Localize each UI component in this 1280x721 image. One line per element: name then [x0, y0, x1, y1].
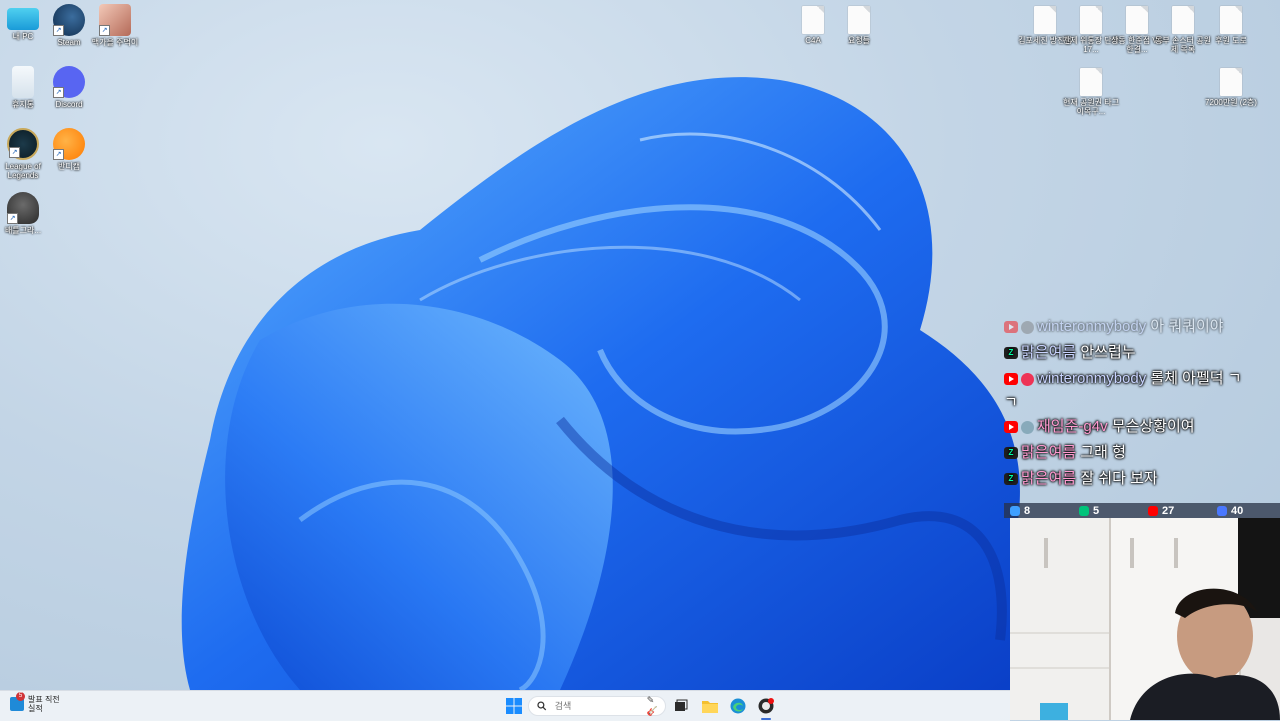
desktop-file[interactable]: 현재 공원권 타그이목구...: [1062, 68, 1120, 116]
chat-message: 재임준-g4v 무슨상황이여: [1004, 414, 1280, 440]
notification-badge: 5: [16, 692, 25, 701]
youtube-icon: [1004, 321, 1018, 334]
document-icon: [848, 6, 870, 34]
pubg-icon: ↗: [7, 192, 39, 224]
document-icon: [802, 6, 824, 34]
taskview-button[interactable]: [671, 696, 691, 716]
chzzk-icon: Z: [1004, 447, 1018, 460]
chat-message: Z 맑은여름 안쓰럽누: [1004, 340, 1280, 366]
chat-message: winteronmybody 아 쿼쿼이야: [1004, 314, 1280, 340]
document-icon: [1172, 6, 1194, 34]
desktop-file[interactable]: 후원 도로: [1202, 6, 1260, 45]
taskbar: 5 발표 직전 실적 ✎🎸: [0, 690, 1010, 721]
obs-icon: [758, 698, 774, 714]
desktop-icon-orange-app[interactable]: ↗ 반디캠: [40, 128, 98, 171]
link-icon: [1010, 505, 1020, 516]
youtube-icon: [1004, 373, 1018, 386]
stat-chzzk: 5: [1073, 505, 1142, 517]
document-icon: [1220, 68, 1242, 96]
taskbar-search[interactable]: ✎🎸: [528, 695, 666, 716]
youtube-icon: [1148, 505, 1158, 516]
edge-button[interactable]: [728, 696, 748, 716]
orange-app-icon: ↗: [53, 128, 85, 160]
stat-viewers: 40: [1211, 505, 1280, 517]
chzzk-icon: Z: [1004, 347, 1018, 360]
recycle-bin-icon: [12, 66, 34, 98]
taskview-icon: [675, 699, 688, 711]
search-highlight-icon: ✎🎸: [646, 695, 658, 716]
stocks-icon: 5: [10, 692, 25, 711]
youtube-icon: [1004, 421, 1018, 434]
document-icon: [1126, 6, 1148, 34]
game-app-icon: ↗: [99, 4, 131, 36]
widget-title: 발표 직전: [28, 695, 60, 704]
chat-message: Z 맑은여름 잘 쉬다 보자: [1004, 466, 1280, 492]
document-icon: [1034, 6, 1056, 34]
windows-icon: [506, 698, 522, 714]
widget-subtitle: 실적: [28, 704, 43, 713]
desktop-file[interactable]: 요청들: [830, 6, 888, 45]
desktop-icon-game-app[interactable]: ↗ 맥가을 주먹이: [86, 4, 144, 47]
stat-link: 8: [1004, 505, 1073, 517]
edge-icon: [730, 698, 746, 714]
discord-icon: ↗: [53, 66, 85, 98]
league-icon: ↗: [7, 128, 39, 160]
chzzk-icon: [1079, 505, 1089, 516]
viewer-stats-bar: 8 5 27 40: [1004, 503, 1280, 518]
stat-youtube: 27: [1142, 505, 1211, 517]
widgets-button[interactable]: 5 발표 직전 실적: [10, 692, 60, 713]
document-icon: [1080, 68, 1102, 96]
chat-message-continuation: ㄱ: [1004, 394, 1018, 411]
stream-chat-overlay: winteronmybody 아 쿼쿼이야 Z 맑은여름 안쓰럽누 wintero…: [1004, 314, 1280, 492]
webcam-image: [1010, 518, 1280, 720]
file-explorer-button[interactable]: [700, 696, 720, 716]
search-input[interactable]: [552, 700, 647, 712]
obs-button[interactable]: [756, 696, 776, 716]
desktop-icon-pubg[interactable]: ↗ 배틀그라...: [0, 192, 52, 235]
chzzk-icon: Z: [1004, 473, 1018, 486]
monitor-icon: [7, 8, 39, 30]
desktop-file[interactable]: 7200만원 (2층): [1202, 68, 1260, 107]
webcam-feed: [1010, 518, 1280, 720]
desktop-icon-discord[interactable]: ↗ Discord: [40, 66, 98, 109]
avatar: [1021, 372, 1034, 386]
start-button[interactable]: [504, 696, 524, 716]
avatar: [1021, 320, 1034, 334]
document-icon: [1080, 6, 1102, 34]
search-icon: [537, 701, 547, 711]
chat-message: Z 맑은여름 그래 형: [1004, 440, 1280, 466]
folder-icon: [702, 701, 718, 713]
steam-icon: ↗: [53, 4, 85, 36]
document-icon: [1220, 6, 1242, 34]
viewer-icon: [1217, 505, 1227, 516]
avatar: [1021, 420, 1034, 434]
chat-message: winteronmybody 롤체 아펠덕 ㄱ: [1004, 366, 1280, 392]
